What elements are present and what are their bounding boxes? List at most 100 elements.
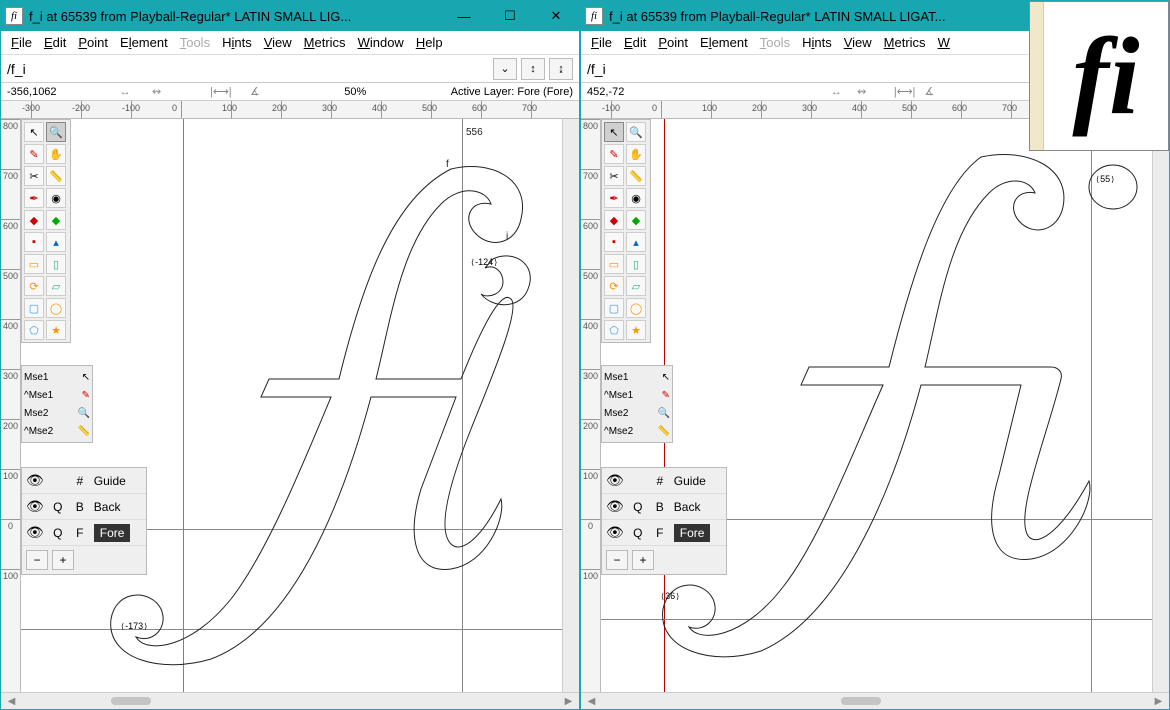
titlebar[interactable]: fi f_i at 65539 from Playball-Regular* L… [1,1,579,31]
menu-file[interactable]: File [587,33,616,52]
mse2-label[interactable]: Mse2 [24,408,48,419]
layer-add-button[interactable]: + [632,550,654,570]
menu-view[interactable]: View [840,33,876,52]
glyph-canvas[interactable]: ↖ 🔍 ✎ ✋ ✂ 📏 ✒ ◉ ◆ ◆ ▪ ▴ ▭ ▯ ⟳ ▱ ▢ ◯ ⬠ ★ [21,119,579,692]
close-button[interactable]: ✕ [533,1,579,31]
flip-tool[interactable]: ▯ [626,254,646,274]
menu-hints[interactable]: Hints [798,33,836,52]
vertical-ruler[interactable]: 800 700 600 500 400 300 200 100 0 100 [581,119,601,692]
menu-window[interactable]: Window [354,33,408,52]
menu-view[interactable]: View [260,33,296,52]
tangent-tool[interactable]: ▴ [626,232,646,252]
layer-add-button[interactable]: + [52,550,74,570]
insert-button-2[interactable]: ↨ [549,58,573,80]
freehand-tool[interactable]: ✎ [24,144,44,164]
horizontal-scrollbar[interactable]: ◀ ▶ [581,692,1169,709]
menu-element[interactable]: Element [696,33,752,52]
rotate-tool[interactable]: ⟳ [604,276,624,296]
magnify-tool[interactable]: 🔍 [626,122,646,142]
spiro-tool[interactable]: ◉ [46,188,66,208]
glyph-outline[interactable] [91,149,561,669]
menu-metrics[interactable]: Metrics [880,33,930,52]
wordlist-dropdown[interactable]: ⌄ [493,58,517,80]
scrollbar-thumb[interactable] [111,697,151,705]
rect-tool[interactable]: ▢ [604,298,624,318]
menu-help[interactable]: Help [412,33,447,52]
insert-button-1[interactable]: ↕ [521,58,545,80]
glyph-canvas[interactable]: ↖ 🔍 ✎ ✋ ✂ 📏 ✒ ◉ ◆ ◆ ▪ ▴ ▭ ▯ ⟳ ▱ ▢ ◯ ⬠ ★ [601,119,1169,692]
spiro-tool[interactable]: ◉ [626,188,646,208]
scale-tool[interactable]: ▭ [604,254,624,274]
flip-tool[interactable]: ▯ [46,254,66,274]
scroll-right-icon[interactable]: ▶ [560,696,577,707]
scroll-right-icon[interactable]: ▶ [1150,696,1167,707]
vertical-ruler[interactable]: 800 700 600 500 400 300 200 100 0 100 [1,119,21,692]
menu-edit[interactable]: Edit [620,33,650,52]
scrollbar-thumb[interactable] [841,697,881,705]
menu-edit[interactable]: Edit [40,33,70,52]
layer-fore[interactable]: 👁QFFore [22,520,146,546]
hv-tool[interactable]: ◆ [626,210,646,230]
ellipse-tool[interactable]: ◯ [46,298,66,318]
layer-guide[interactable]: 👁#Guide [22,468,146,494]
scale-tool[interactable]: ▭ [24,254,44,274]
mini-preview[interactable]: fi [1029,1,1169,151]
horizontal-ruler[interactable]: -300 -200 -100 0 100 200 300 400 500 600… [1,101,579,119]
poly-tool[interactable]: ⬠ [24,320,44,340]
layer-guide[interactable]: 👁#Guide [602,468,726,494]
freehand-tool[interactable]: ✎ [604,144,624,164]
pen-tool[interactable]: ✒ [604,188,624,208]
poly-tool[interactable]: ⬠ [604,320,624,340]
hand-tool[interactable]: ✋ [626,144,646,164]
curve-tool[interactable]: ◆ [604,210,624,230]
menu-window[interactable]: W [934,33,954,52]
menu-file[interactable]: File [7,33,36,52]
star-tool[interactable]: ★ [46,320,66,340]
scroll-left-icon[interactable]: ◀ [3,696,20,707]
mse1-label[interactable]: Mse1 [604,372,628,383]
pen-tool[interactable]: ✒ [24,188,44,208]
rotate-tool[interactable]: ⟳ [24,276,44,296]
layer-remove-button[interactable]: − [606,550,628,570]
mse1c-label[interactable]: ^Mse1 [24,390,53,401]
ruler-tool[interactable]: 📏 [626,166,646,186]
horizontal-scrollbar[interactable]: ◀ ▶ [1,692,579,709]
rect-tool[interactable]: ▢ [24,298,44,318]
glyph-outline[interactable] [651,139,1169,679]
minimize-button[interactable]: — [441,1,487,31]
layer-back[interactable]: 👁QBBack [602,494,726,520]
corner-tool[interactable]: ▪ [604,232,624,252]
magnify-tool[interactable]: 🔍 [46,122,66,142]
hand-tool[interactable]: ✋ [46,144,66,164]
ellipse-tool[interactable]: ◯ [626,298,646,318]
mse2-label[interactable]: Mse2 [604,408,628,419]
menu-hints[interactable]: Hints [218,33,256,52]
layer-back[interactable]: 👁QBBack [22,494,146,520]
mse2c-label[interactable]: ^Mse2 [24,426,53,437]
cut-tool[interactable]: ✂ [604,166,624,186]
pointer-tool[interactable]: ↖ [24,122,44,142]
glyph-name[interactable]: /f_i [7,61,489,77]
tangent-tool[interactable]: ▴ [46,232,66,252]
maximize-button[interactable]: ☐ [487,1,533,31]
mse2c-label[interactable]: ^Mse2 [604,426,633,437]
skew-tool[interactable]: ▱ [626,276,646,296]
menu-point[interactable]: Point [654,33,692,52]
star-tool[interactable]: ★ [626,320,646,340]
vertical-scrollbar[interactable] [562,119,579,692]
skew-tool[interactable]: ▱ [46,276,66,296]
menu-metrics[interactable]: Metrics [300,33,350,52]
ruler-tool[interactable]: 📏 [46,166,66,186]
mse1-label[interactable]: Mse1 [24,372,48,383]
layer-fore[interactable]: 👁QFFore [602,520,726,546]
scroll-left-icon[interactable]: ◀ [583,696,600,707]
menu-point[interactable]: Point [74,33,112,52]
corner-tool[interactable]: ▪ [24,232,44,252]
hv-tool[interactable]: ◆ [46,210,66,230]
menu-element[interactable]: Element [116,33,172,52]
cut-tool[interactable]: ✂ [24,166,44,186]
vertical-scrollbar[interactable] [1152,119,1169,692]
curve-tool[interactable]: ◆ [24,210,44,230]
pointer-tool[interactable]: ↖ [604,122,624,142]
layer-remove-button[interactable]: − [26,550,48,570]
